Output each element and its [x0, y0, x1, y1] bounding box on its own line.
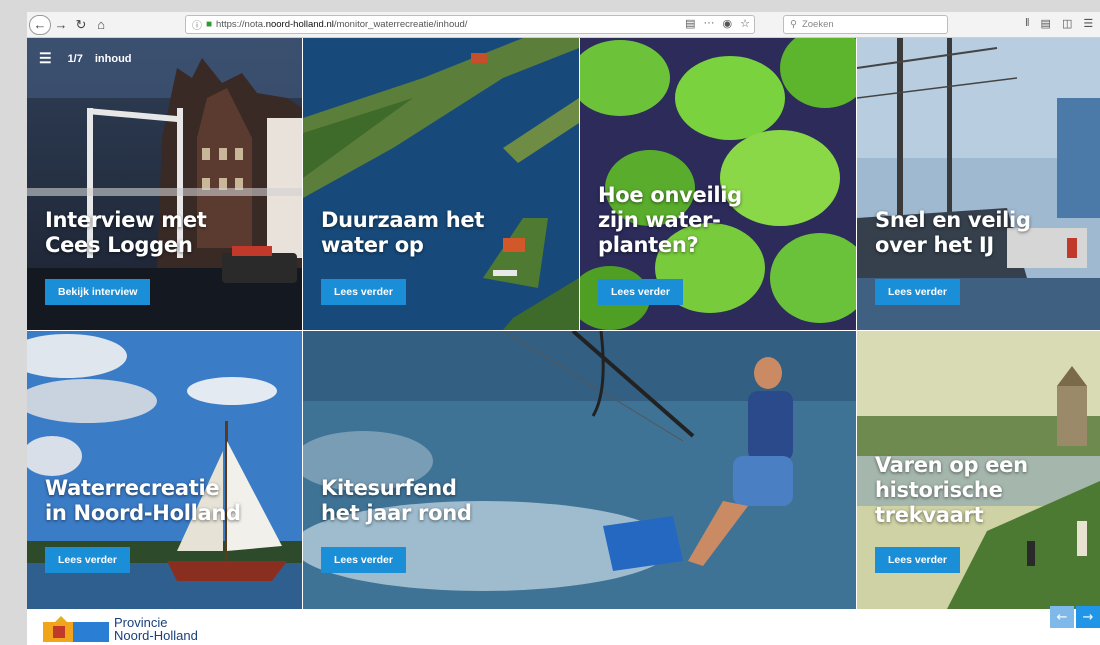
pocket-icon[interactable]: ◉ — [723, 17, 733, 30]
tile-title: Varen op een historische trekvaart — [875, 453, 1028, 527]
next-arrow-icon[interactable]: → — [1076, 606, 1100, 628]
back-icon[interactable]: ← — [29, 14, 51, 35]
reader-icon[interactable]: ▤ — [685, 17, 695, 30]
star-icon[interactable]: ☆ — [740, 17, 750, 30]
tile-title: Waterrecreatie in Noord-Holland — [45, 476, 241, 525]
url-text: https://nota.noord-holland.nl/monitor_wa… — [216, 19, 468, 30]
site-footer: Provincie Noord-Holland — [27, 609, 1100, 645]
info-icon[interactable]: ⓘ — [192, 17, 202, 32]
more-icon[interactable]: ··· — [704, 17, 715, 30]
lees-verder-button[interactable]: Lees verder — [321, 279, 406, 305]
library-icon[interactable]: ‖ — [1025, 17, 1030, 30]
search-icon: ⚲ — [790, 19, 797, 30]
logo-text: Provincie Noord-Holland — [114, 615, 198, 643]
lees-verder-button[interactable]: Lees verder — [45, 547, 130, 573]
tile-interview[interactable]: Interview met Cees Loggen Bekijk intervie… — [27, 38, 302, 330]
sidebar-icon[interactable]: ◫ — [1062, 17, 1072, 30]
tile-waterplanten[interactable]: Hoe onveilig zijn water-planten? Lees ver… — [580, 38, 856, 330]
tile-kitesurfend[interactable]: Kitesurfend het jaar rond Lees verder — [303, 331, 856, 609]
tile-title: Interview met Cees Loggen — [45, 208, 207, 257]
lees-verder-button[interactable]: Lees verder — [875, 547, 960, 573]
lees-verder-button[interactable]: Lees verder — [875, 279, 960, 305]
provincie-noord-holland-logo[interactable]: Provincie Noord-Holland — [43, 616, 198, 642]
tile-waterrecreatie[interactable]: Waterrecreatie in Noord-Holland Lees verd… — [27, 331, 302, 609]
lees-verder-button[interactable]: Lees verder — [321, 547, 406, 573]
forward-icon[interactable]: → — [51, 15, 71, 35]
site-content: ☰ 1/7 inhoud Interview met Cees Loggen B… — [27, 38, 1100, 645]
section-label[interactable]: inhoud — [95, 53, 132, 65]
previous-arrow-icon[interactable]: ← — [1050, 606, 1074, 628]
tile-varen-historische-trekvaart[interactable]: Varen op een historische trekvaart Lees ve… — [857, 331, 1100, 609]
tile-title: Kitesurfend het jaar rond — [321, 476, 472, 525]
lees-verder-button[interactable]: Lees verder — [598, 279, 683, 305]
hamburger-menu-icon[interactable]: ☰ — [39, 50, 52, 67]
tile-title: Snel en veilig over het IJ — [875, 208, 1031, 257]
home-icon[interactable]: ⌂ — [91, 15, 111, 35]
tile-title: Duurzaam het water op — [321, 208, 485, 257]
tile-snel-en-veilig[interactable]: Snel en veilig over het IJ Lees verder — [857, 38, 1100, 330]
menu-icon[interactable]: ☰ — [1083, 17, 1093, 30]
tile-duurzaam[interactable]: Duurzaam het water op Lees verder — [303, 38, 579, 330]
search-input[interactable]: ⚲ Zoeken — [783, 15, 948, 34]
browser-toolbar: ← → ↻ ⌂ ⓘ ■ https://nota.noord-holland.n… — [27, 12, 1100, 38]
synced-tabs-icon[interactable]: ▤ — [1041, 17, 1051, 30]
bekijk-interview-button[interactable]: Bekijk interview — [45, 279, 151, 305]
page-counter: 1/7 — [67, 52, 83, 65]
site-nav: ☰ 1/7 inhoud — [39, 50, 132, 67]
lock-icon: ■ — [206, 19, 213, 30]
address-bar[interactable]: ⓘ ■ https://nota.noord-holland.nl/monito… — [185, 15, 755, 34]
reload-icon[interactable]: ↻ — [71, 15, 91, 35]
nh-logo-icon — [43, 616, 109, 642]
browser-window: ← → ↻ ⌂ ⓘ ■ https://nota.noord-holland.n… — [27, 12, 1100, 645]
tile-title: Hoe onveilig zijn water-planten? — [598, 183, 742, 257]
search-placeholder: Zoeken — [801, 19, 834, 30]
